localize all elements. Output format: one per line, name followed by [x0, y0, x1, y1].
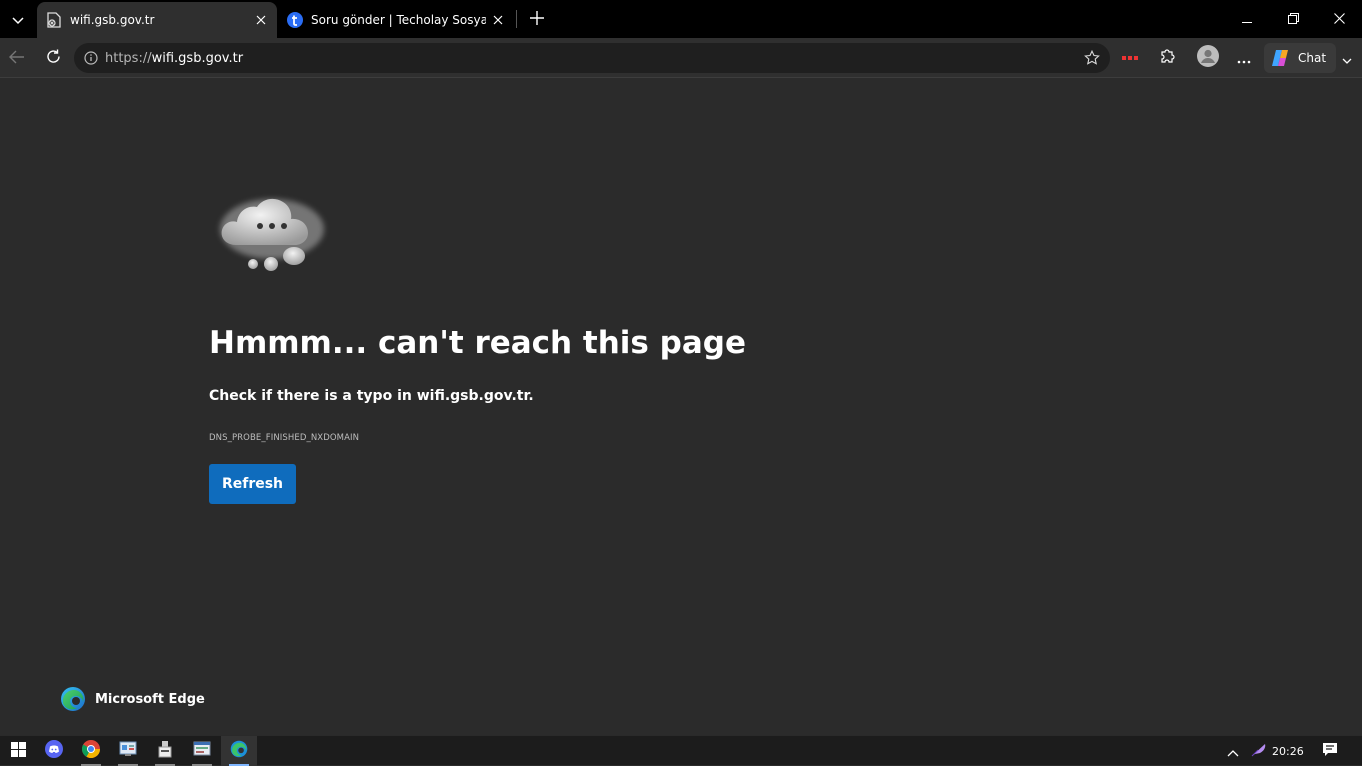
system-clock[interactable]: 20:26 — [1272, 736, 1304, 766]
pen-feather-icon — [1251, 742, 1267, 761]
puzzle-icon — [1159, 48, 1175, 68]
notification-center-button[interactable] — [1313, 736, 1347, 766]
usb-device-icon — [157, 740, 173, 762]
close-icon — [1333, 9, 1345, 28]
profile-button[interactable] — [1193, 43, 1223, 73]
discord-icon — [45, 740, 63, 762]
browser-toolbar: https://wifi.gsb.gov.tr Chat — [0, 38, 1362, 78]
chrome-icon — [81, 740, 100, 762]
taskbar-network-app[interactable] — [184, 736, 220, 766]
error-page: Hmmm... can't reach this page Check if t… — [0, 79, 1362, 732]
restore-button[interactable] — [1270, 0, 1316, 36]
broken-page-icon — [46, 12, 62, 28]
taskbar-usb-app[interactable] — [147, 736, 183, 766]
copilot-icon — [1270, 48, 1292, 68]
reload-button[interactable] — [38, 43, 68, 73]
taskbar: 20:26 — [0, 735, 1362, 766]
reload-icon — [46, 49, 61, 68]
close-tab-icon[interactable] — [486, 8, 510, 32]
techolay-logo-icon — [287, 12, 303, 28]
notification-icon — [1322, 742, 1338, 761]
tab-techolay[interactable]: Soru gönder | Techolay Sosyal — [278, 2, 514, 38]
taskbar-edge[interactable] — [221, 736, 257, 766]
tab-title: Soru gönder | Techolay Sosyal — [311, 13, 486, 27]
edge-logo-icon — [60, 686, 86, 712]
plus-icon — [530, 10, 544, 29]
new-tab-button[interactable] — [523, 5, 551, 33]
back-button[interactable] — [2, 43, 32, 73]
chevron-down-icon — [1342, 49, 1352, 68]
tab-actions-menu[interactable] — [4, 4, 32, 34]
chevron-down-icon — [12, 10, 24, 29]
minimize-icon — [1242, 9, 1252, 28]
windows-logo-icon — [10, 741, 26, 761]
control-panel-icon — [119, 741, 137, 761]
tab-wifi-gsb[interactable]: wifi.gsb.gov.tr — [37, 2, 277, 38]
taskbar-discord[interactable] — [36, 736, 72, 766]
info-icon[interactable] — [83, 50, 99, 66]
refresh-button[interactable]: Refresh — [209, 464, 296, 504]
favorite-star-icon[interactable] — [1078, 44, 1106, 72]
error-code: DNS_PROBE_FINISHED_NXDOMAIN — [209, 433, 360, 443]
restore-icon — [1287, 9, 1299, 28]
url-scheme: https:// — [105, 50, 152, 66]
chevron-up-icon — [1227, 742, 1239, 761]
url-host: wifi.gsb.gov.tr — [151, 50, 244, 66]
taskbar-chrome[interactable] — [73, 736, 109, 766]
tab-divider — [516, 10, 517, 28]
extension-red-icon[interactable] — [1120, 52, 1140, 64]
edge-branding: Microsoft Edge — [60, 686, 205, 712]
chat-dropdown-button[interactable] — [1337, 43, 1357, 73]
brand-name: Microsoft Edge — [95, 691, 205, 707]
settings-more-button[interactable] — [1229, 43, 1259, 73]
close-window-button[interactable] — [1316, 0, 1362, 36]
network-window-icon — [193, 741, 211, 761]
tab-title: wifi.gsb.gov.tr — [70, 13, 155, 27]
error-description: Check if there is a typo in wifi.gsb.gov… — [209, 388, 534, 404]
copilot-chat-button[interactable]: Chat — [1264, 43, 1336, 73]
extensions-button[interactable] — [1152, 43, 1182, 73]
minimize-button[interactable] — [1224, 0, 1270, 36]
thinking-cloud-icon — [214, 189, 330, 279]
close-tab-icon[interactable] — [249, 8, 273, 32]
start-button[interactable] — [0, 736, 36, 766]
more-horizontal-icon — [1237, 49, 1251, 68]
page-title: Hmmm... can't reach this page — [209, 325, 746, 361]
back-arrow-icon — [9, 49, 25, 68]
taskbar-control-panel[interactable] — [110, 736, 146, 766]
url-text[interactable]: https://wifi.gsb.gov.tr — [105, 51, 1078, 66]
chat-label: Chat — [1298, 51, 1327, 65]
avatar — [1197, 45, 1219, 71]
edge-icon — [230, 740, 248, 762]
tab-strip: wifi.gsb.gov.tr Soru gönder | Techolay S… — [0, 0, 1362, 38]
address-bar[interactable]: https://wifi.gsb.gov.tr — [74, 43, 1110, 73]
tray-pen-button[interactable] — [1244, 736, 1274, 766]
